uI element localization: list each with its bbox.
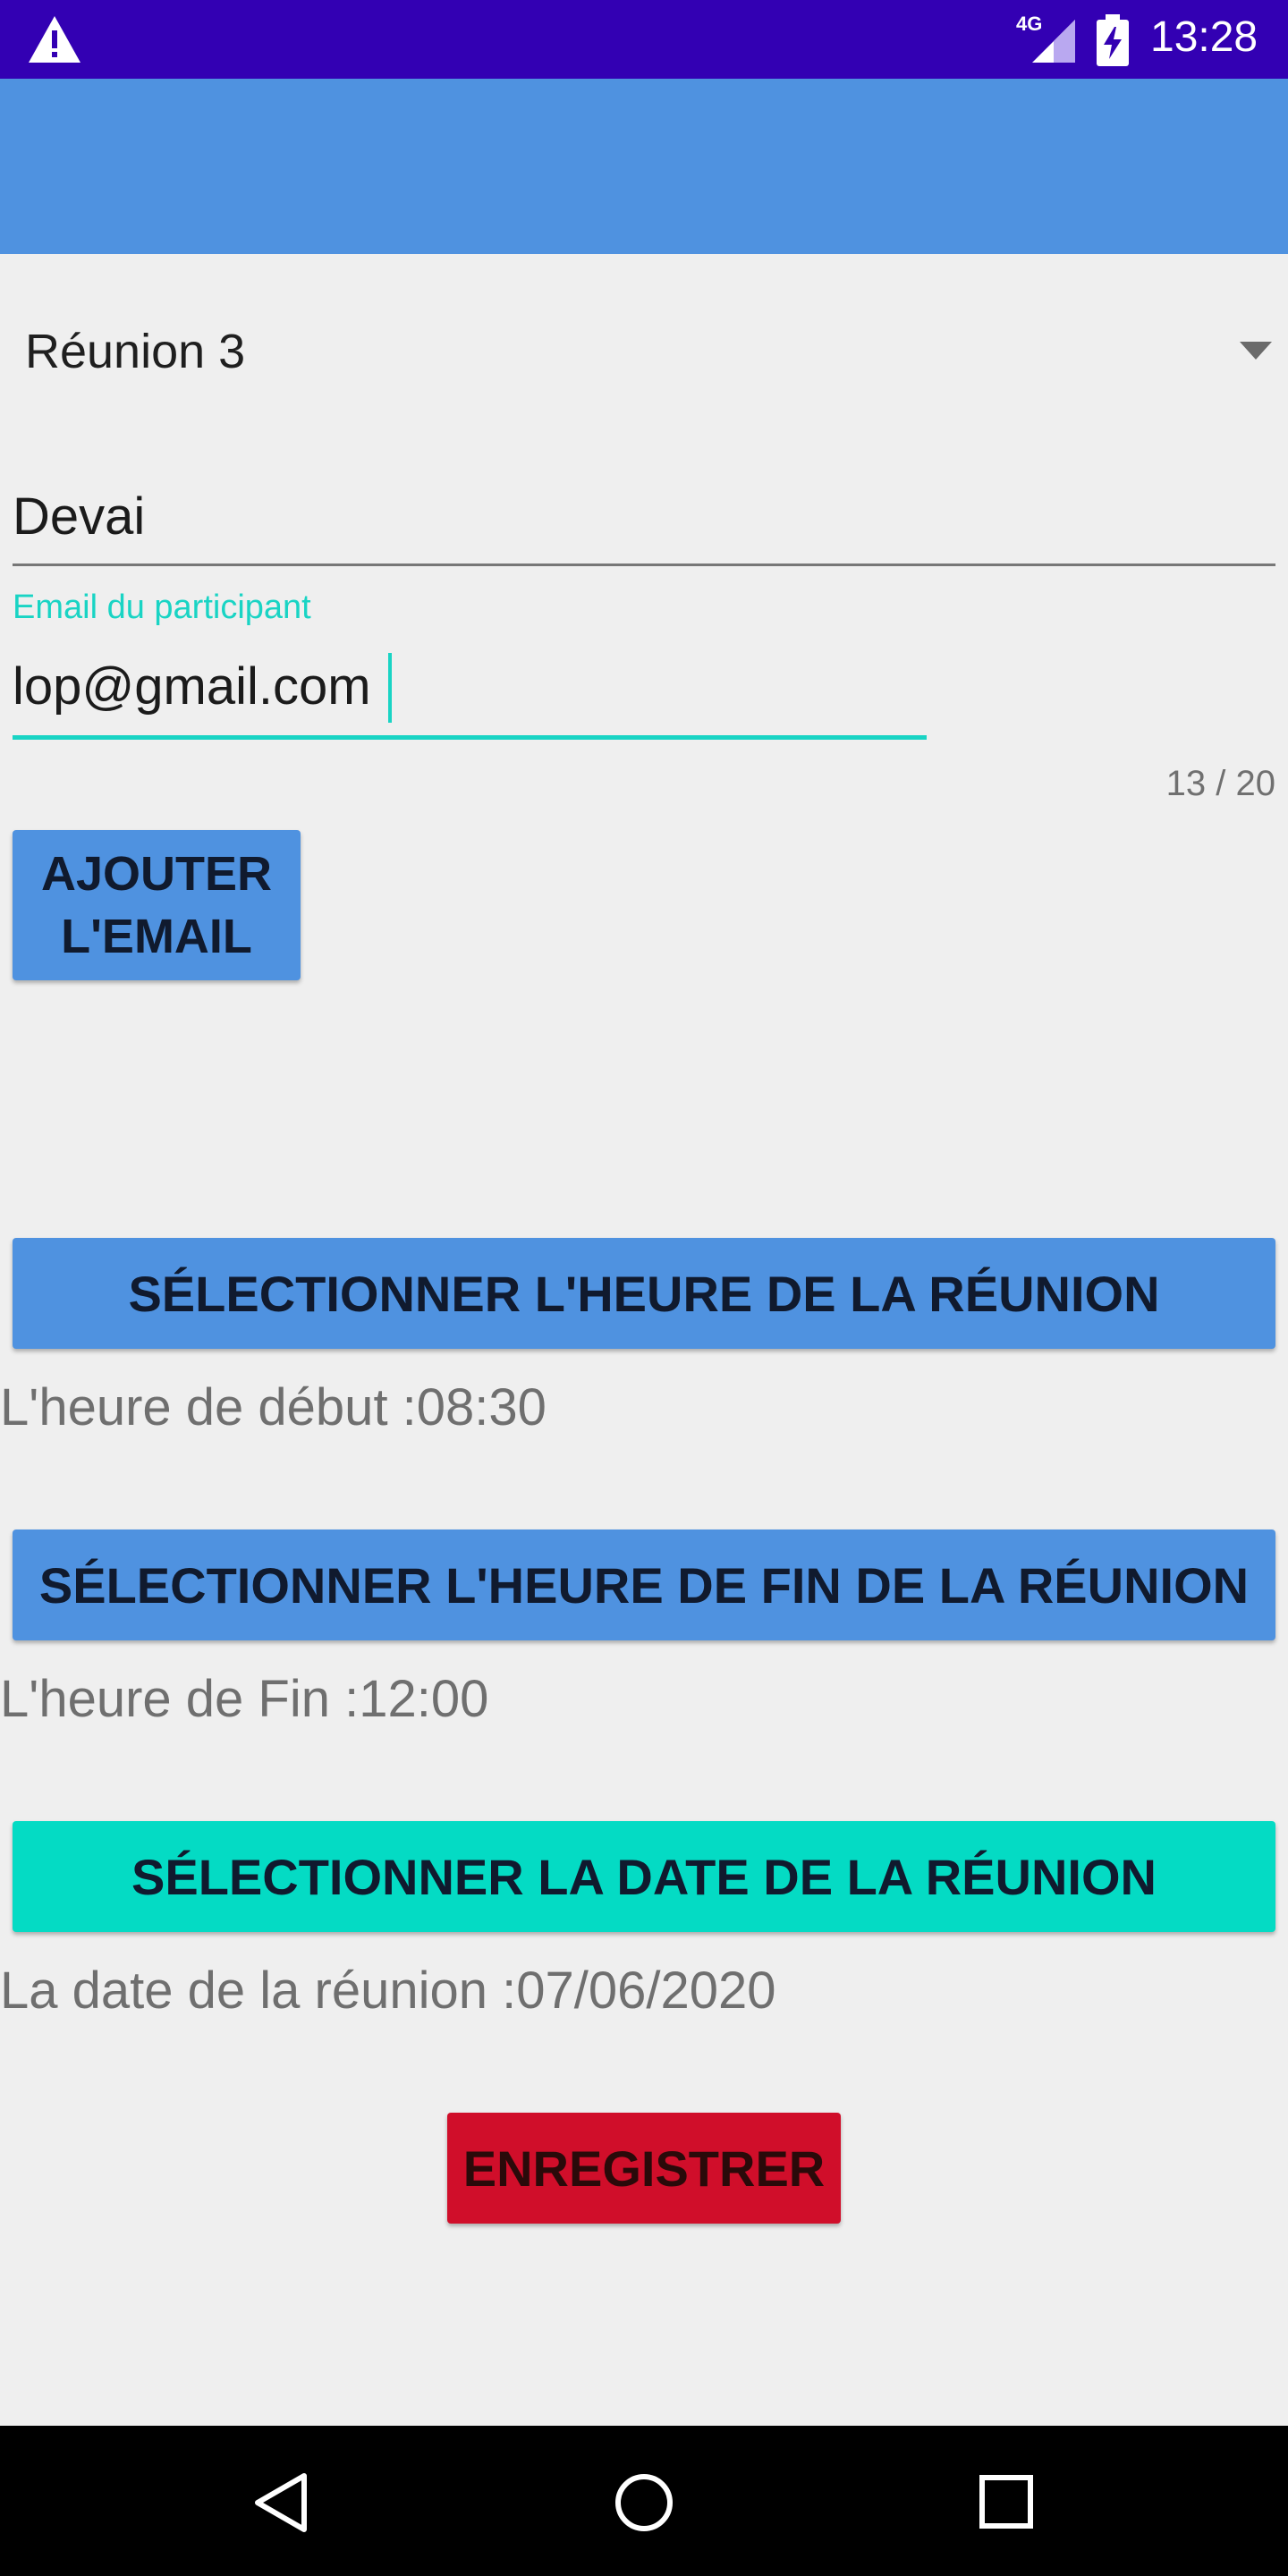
save-button[interactable]: ENREGISTRER: [447, 2113, 841, 2224]
signal-icon: [1032, 20, 1075, 63]
start-time-text: L'heure de début :08:30: [0, 1378, 547, 1436]
select-end-time-button[interactable]: SÉLECTIONNER L'HEURE DE FIN DE LA RÉUNIO…: [13, 1530, 1275, 1640]
add-email-button-line2: L'EMAIL: [61, 910, 252, 963]
email-character-counter: 13 / 20: [1165, 764, 1275, 803]
meeting-select-value: Réunion 3: [25, 325, 246, 378]
home-icon[interactable]: [614, 2472, 674, 2533]
warning-icon: [29, 16, 80, 63]
app-bar: [0, 79, 1288, 254]
battery-charging-icon: [1097, 14, 1129, 66]
add-email-button-line1: AJOUTER: [40, 847, 273, 901]
end-time-text: L'heure de Fin :12:00: [0, 1670, 489, 1728]
back-icon[interactable]: [252, 2472, 309, 2533]
meeting-select[interactable]: Réunion 3: [0, 313, 1288, 394]
select-start-time-button[interactable]: SÉLECTIONNER L'HEURE DE LA RÉUNION: [13, 1238, 1275, 1349]
navigation-bar: [0, 2426, 1288, 2576]
recents-icon[interactable]: [979, 2474, 1034, 2529]
email-field-label: Email du participant: [13, 589, 311, 626]
status-time: 13:28: [1150, 13, 1258, 61]
name-input[interactable]: Devai: [13, 483, 1275, 566]
email-input-value: lop@gmail.com: [13, 657, 371, 716]
email-input[interactable]: lop@gmail.com: [13, 648, 927, 740]
name-input-value: Devai: [13, 487, 146, 546]
meeting-date-text: La date de la réunion :07/06/2020: [0, 1962, 776, 2020]
dropdown-arrow-icon[interactable]: [1240, 342, 1272, 360]
text-cursor: [388, 653, 392, 723]
status-bar: 4G 13:28: [0, 0, 1288, 79]
select-date-button[interactable]: SÉLECTIONNER LA DATE DE LA RÉUNION: [13, 1821, 1275, 1932]
add-email-button[interactable]: AJOUTER L'EMAIL: [13, 830, 301, 980]
